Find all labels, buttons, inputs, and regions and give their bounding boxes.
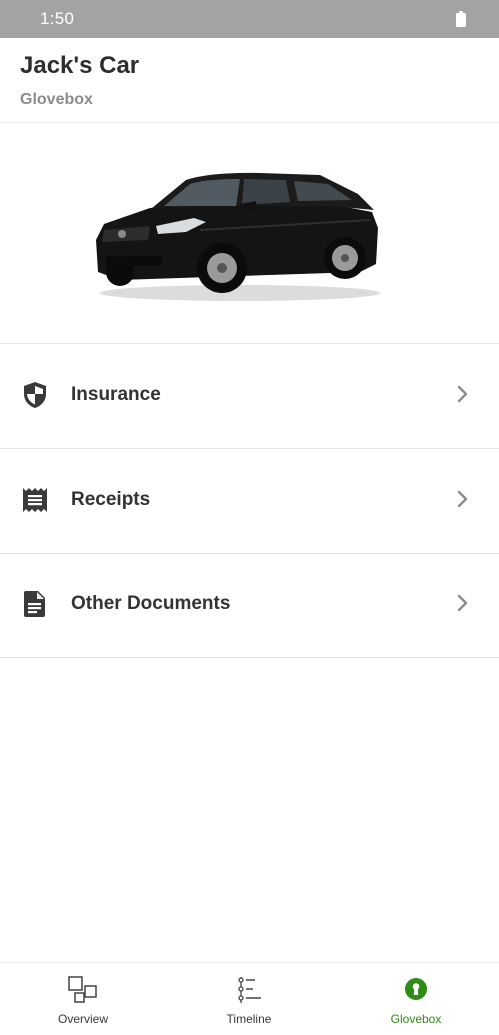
status-time: 1:50 — [40, 9, 75, 28]
shield-icon — [24, 382, 46, 408]
chevron-right-icon — [457, 594, 468, 612]
chevron-right-icon — [457, 490, 468, 508]
receipt-icon — [23, 488, 47, 512]
overview-icon — [68, 976, 97, 1003]
menu-item-receipts[interactable]: Receipts — [0, 449, 499, 554]
menu-item-insurance[interactable]: Insurance — [0, 344, 499, 449]
bottom-nav: Overview Timeline Glovebox — [0, 962, 499, 1035]
menu-item-label: Receipts — [71, 489, 151, 510]
tab-label: Overview — [57, 1012, 108, 1026]
header: Jack's Car Glovebox — [0, 38, 499, 123]
page-subtitle: Glovebox — [20, 91, 93, 108]
menu-item-other-documents[interactable]: Other Documents — [0, 553, 499, 658]
tab-timeline[interactable]: Timeline — [166, 963, 332, 1035]
tab-overview[interactable]: Overview — [0, 963, 166, 1035]
battery-full-icon — [456, 11, 466, 27]
tab-label: Timeline — [226, 1012, 272, 1026]
car-image — [96, 172, 380, 301]
car-image-area — [0, 123, 499, 344]
document-icon — [24, 591, 45, 617]
status-bar: 1:50 — [0, 0, 499, 38]
menu-item-label: Other Documents — [71, 593, 231, 614]
tab-label: Glovebox — [390, 1012, 442, 1026]
menu-item-label: Insurance — [71, 384, 161, 405]
keyhole-icon — [405, 978, 427, 1000]
tab-glovebox[interactable]: Glovebox — [333, 963, 499, 1035]
chevron-right-icon — [457, 385, 468, 403]
page-title: Jack's Car — [20, 52, 140, 79]
timeline-icon — [238, 977, 261, 1003]
